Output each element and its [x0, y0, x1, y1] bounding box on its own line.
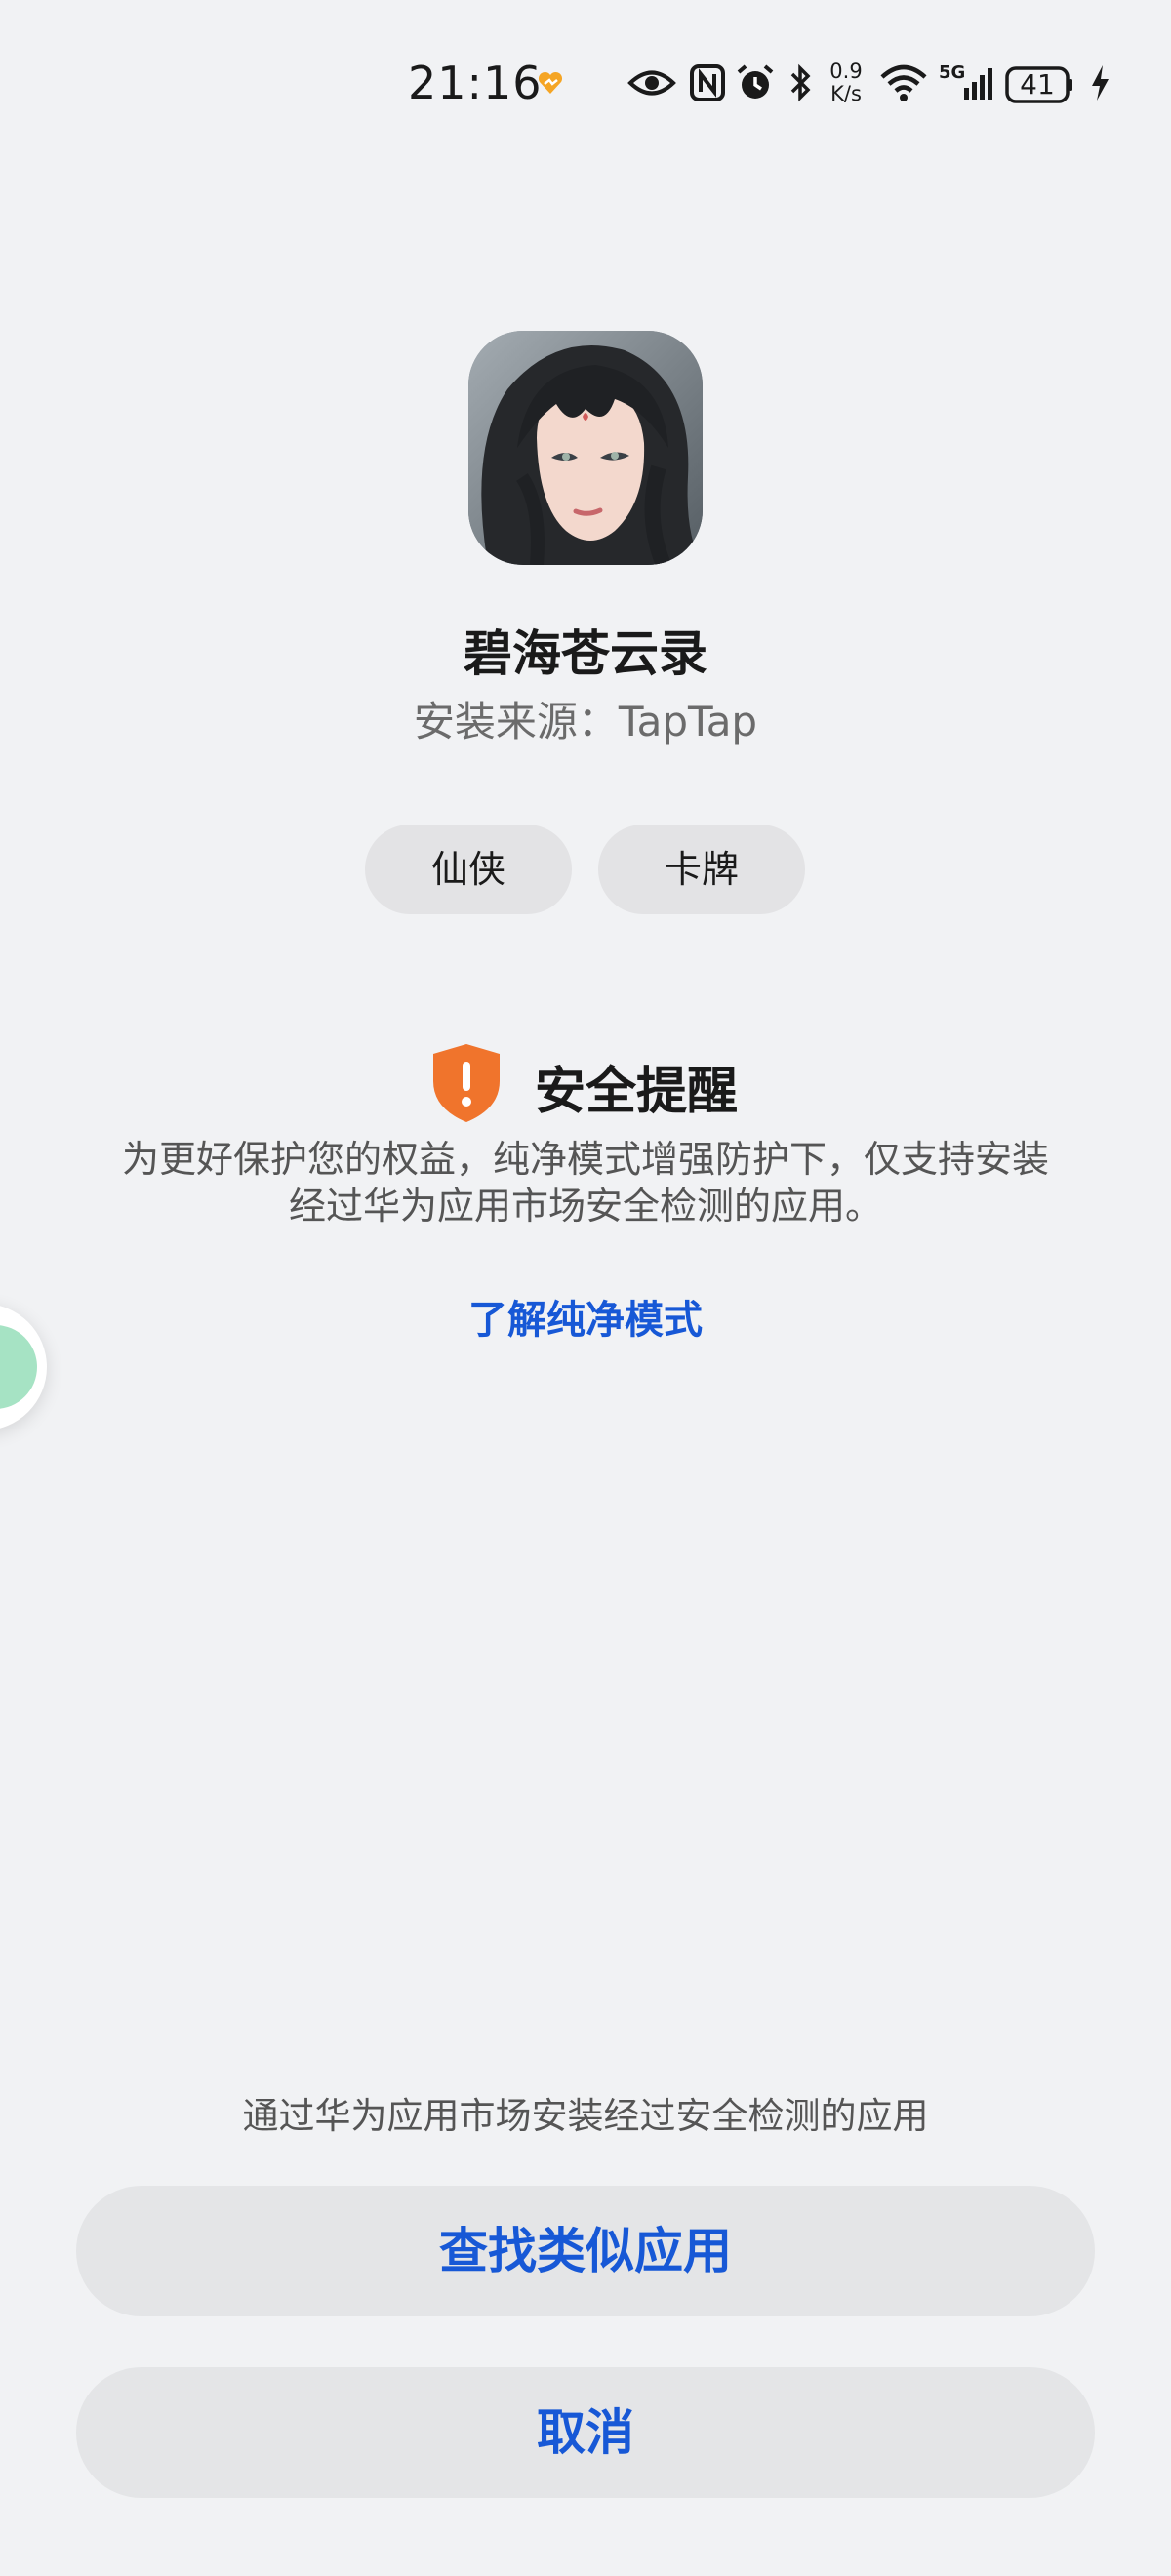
security-description-line-1: 为更好保护您的权益，纯净模式增强防护下，仅支持安装: [121, 1138, 1049, 1181]
tag-card: 卡牌: [598, 825, 805, 914]
bluetooth-icon: [787, 60, 816, 105]
security-title: 安全提醒: [535, 1063, 739, 1121]
heart-badge-icon: [535, 60, 566, 105]
install-source: 安装来源：TapTap: [413, 698, 758, 745]
security-description-line-2: 经过华为应用市场安全检测的应用。: [288, 1185, 882, 1228]
status-time: 21:16: [408, 57, 543, 109]
wifi-icon: [878, 60, 929, 105]
nfc-icon: [689, 60, 726, 105]
learn-pure-mode-link[interactable]: 了解纯净模式: [0, 1288, 1171, 1345]
tag-xianxia: 仙侠: [365, 825, 572, 914]
battery-icon: 41: [1005, 66, 1073, 103]
signal-icon: 5G: [939, 60, 995, 105]
alarm-icon: [734, 60, 777, 105]
chat-bubble-icon: [0, 1325, 37, 1409]
app-name: 碧海苍云录: [464, 625, 707, 682]
find-similar-apps-button[interactable]: 查找类似应用: [76, 2186, 1095, 2316]
cancel-button[interactable]: 取消: [76, 2367, 1095, 2498]
charging-icon: [1087, 60, 1112, 105]
app-avatar-icon: [468, 331, 703, 565]
shield-warning-icon: [429, 1042, 504, 1124]
battery-level: 41: [1020, 68, 1055, 101]
eye-icon: [626, 60, 677, 105]
security-description: 为更好保护您的权益，纯净模式增强防护下，仅支持安装 经过华为应用市场安全检测的应…: [78, 1136, 1093, 1229]
bottom-note: 通过华为应用市场安装经过安全检测的应用: [242, 2095, 929, 2137]
network-speed: 0.9 K/s: [829, 60, 863, 105]
